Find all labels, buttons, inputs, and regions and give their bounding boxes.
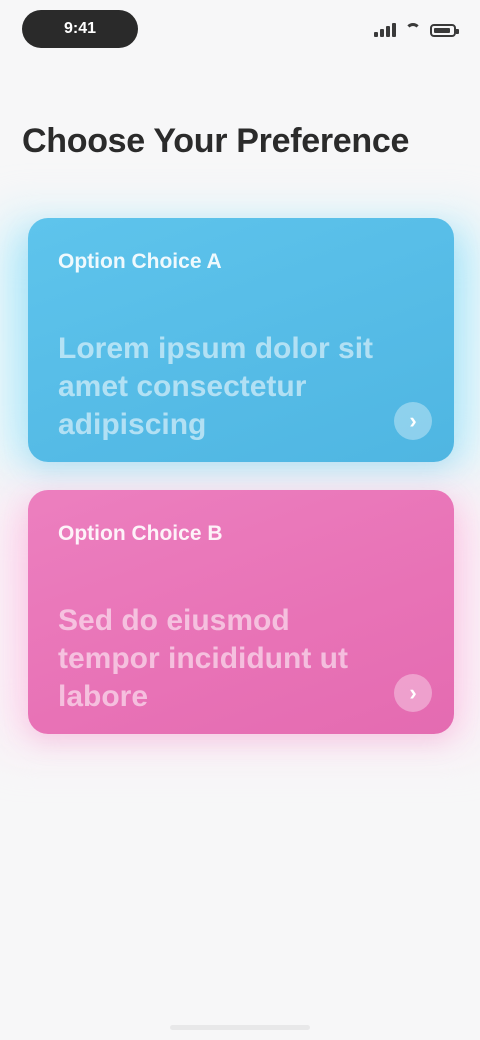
option-card-label: Option Choice B bbox=[58, 522, 223, 545]
home-indicator[interactable] bbox=[170, 1025, 310, 1030]
option-card-body: Lorem ipsum dolor sit amet consectetur a… bbox=[58, 332, 374, 441]
option-card-body: Sed do eiusmod tempor incididunt ut labo… bbox=[58, 604, 348, 713]
option-card-b[interactable]: Option Choice B Sed do eiusmod tempor in… bbox=[28, 490, 454, 734]
signal-icon bbox=[374, 23, 396, 37]
wifi-icon bbox=[404, 23, 422, 37]
status-icons bbox=[374, 20, 459, 40]
arrow-right-icon[interactable]: › bbox=[394, 674, 432, 712]
status-bar: 9:41 bbox=[0, 0, 480, 66]
battery-icon bbox=[430, 23, 459, 37]
arrow-right-icon[interactable]: › bbox=[394, 402, 432, 440]
screen: 9:41 Choose Your Preference Option Choic… bbox=[0, 0, 480, 1040]
option-card-label: Option Choice A bbox=[58, 250, 222, 273]
status-time: 9:41 bbox=[22, 10, 138, 48]
page-title: Choose Your Preference bbox=[22, 122, 410, 160]
option-card-a[interactable]: Option Choice A Lorem ipsum dolor sit am… bbox=[28, 218, 454, 462]
